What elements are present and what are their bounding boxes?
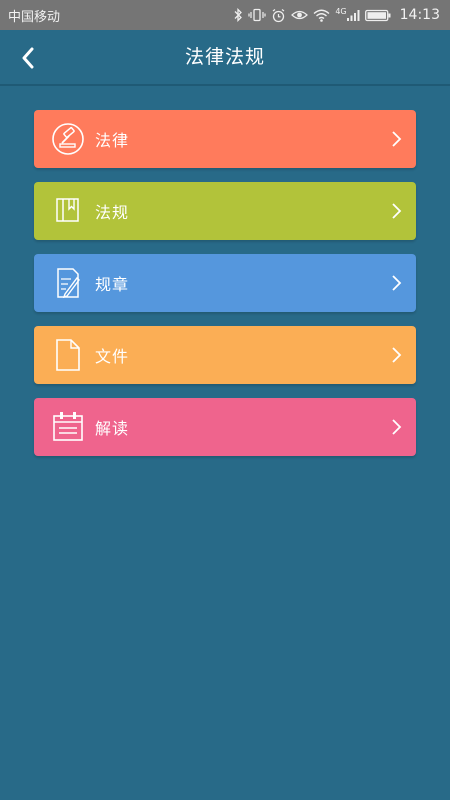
menu-item-documents[interactable]: 文件 [34,326,416,384]
menu-item-label: 规章 [95,275,130,294]
status-icons: 4G 14:13 [233,7,440,23]
eye-icon [291,10,309,20]
clock-time: 14:13 [399,7,440,23]
category-list: 法律 法规 规章 文件 解读 [34,110,416,470]
bluetooth-icon [234,8,243,22]
signal-icon [346,9,360,21]
menu-item-interpretation[interactable]: 解读 [34,398,416,456]
chevron-right-icon [392,203,402,219]
menu-item-rules[interactable]: 规章 [34,254,416,312]
status-bar: 中国移动 4G 14:13 [0,0,450,30]
menu-item-label: 文件 [95,347,130,366]
book-icon [51,194,85,228]
wifi-icon [313,9,330,22]
chevron-right-icon [392,275,402,291]
document-pen-icon [51,266,85,300]
menu-item-law[interactable]: 法律 [34,110,416,168]
file-icon [51,338,85,372]
chevron-right-icon [392,131,402,147]
vibrate-icon [248,8,266,22]
menu-item-label: 法规 [95,203,130,222]
carrier-name: 中国移动 [8,9,61,25]
app-header: 法律法规 [0,30,450,86]
chevron-right-icon [392,347,402,363]
battery-icon [364,9,391,21]
menu-item-label: 法律 [95,131,130,150]
page-title: 法律法规 [184,46,265,68]
menu-item-regulation[interactable]: 法规 [34,182,416,240]
calendar-board-icon [51,410,85,444]
gavel-icon [51,122,85,156]
alarm-icon [272,8,285,22]
menu-item-label: 解读 [95,419,130,438]
chevron-right-icon [392,419,402,435]
